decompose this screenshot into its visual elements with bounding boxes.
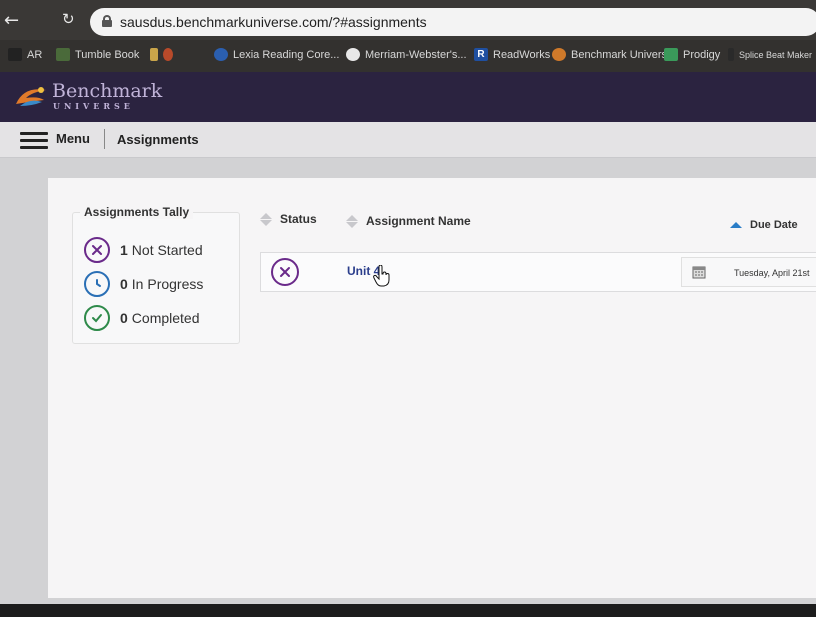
bookmarks-bar: AR Tumble Book Lexia Reading Core... Mer…: [0, 40, 816, 72]
lexia-icon: [214, 48, 228, 61]
logo-subtext: UNIVERSE: [53, 101, 134, 111]
browser-window: ← ↻ sausdus.benchmarkuniverse.com/?#assi…: [0, 0, 816, 617]
tally-title: Assignments Tally: [80, 205, 194, 219]
status-column-header[interactable]: Status: [260, 212, 317, 226]
bookmark-lexia[interactable]: Lexia Reading Core...: [214, 48, 339, 61]
table-row[interactable]: Unit 4 Tuesday, April 21st: [260, 252, 816, 292]
merriam-webster-icon: [346, 48, 360, 61]
bookmark-prodigy[interactable]: Prodigy: [664, 48, 720, 61]
prodigy-icon: [664, 48, 678, 61]
tally-in-progress-text: 0 In Progress: [120, 276, 204, 292]
tally-not-started-text: 1 Not Started: [120, 242, 203, 258]
in-progress-icon: [84, 271, 110, 297]
back-icon[interactable]: ←: [4, 10, 19, 31]
logo-text[interactable]: Benchmark: [52, 80, 162, 102]
tally-not-started[interactable]: 1 Not Started: [84, 237, 203, 263]
calendar-icon[interactable]: [692, 265, 706, 279]
menu-bar: Menu Assignments: [0, 122, 816, 158]
sort-asc-icon: [730, 222, 742, 228]
hand-cursor-icon: [373, 265, 390, 287]
page-title: Assignments: [117, 132, 199, 147]
menu-divider: [104, 129, 105, 149]
screen-bezel: [0, 604, 816, 617]
tumblebook-icon: [56, 48, 70, 61]
bookmark-tumble-book[interactable]: Tumble Book: [56, 48, 139, 61]
url-text: sausdus.benchmarkuniverse.com/?#assignme…: [120, 14, 427, 30]
tally-completed-text: 0 Completed: [120, 310, 200, 326]
address-bar[interactable]: sausdus.benchmarkuniverse.com/?#assignme…: [90, 8, 816, 36]
pencil-icon: [150, 48, 158, 61]
due-date-cell: Tuesday, April 21st: [681, 257, 816, 287]
ship-wheel-icon: [163, 48, 173, 61]
tally-completed[interactable]: 0 Completed: [84, 305, 200, 331]
due-date-text: Tuesday, April 21st: [734, 268, 810, 278]
lock-icon: [102, 15, 112, 27]
sort-icon: [346, 214, 358, 228]
menu-button[interactable]: Menu: [56, 131, 90, 146]
tally-in-progress[interactable]: 0 In Progress: [84, 271, 203, 297]
bookmark-readworks[interactable]: R ReadWorks: [474, 48, 550, 61]
due-date-column-header[interactable]: Due Date: [730, 219, 798, 231]
benchmark-logo-icon[interactable]: [14, 84, 48, 110]
bookmark-merriam-webster[interactable]: Merriam-Webster's...: [346, 48, 467, 61]
not-started-icon: [271, 258, 299, 286]
splice-icon: [728, 48, 734, 61]
ar-icon: [8, 48, 22, 61]
benchmark-icon: [552, 48, 566, 61]
bookmark-small-icons[interactable]: [150, 48, 173, 61]
reload-icon[interactable]: ↻: [62, 10, 75, 28]
bookmark-splice[interactable]: Splice Beat Maker: [728, 48, 812, 61]
assignment-name-column-header[interactable]: Assignment Name: [346, 214, 471, 228]
hamburger-menu-icon[interactable]: [20, 132, 48, 150]
readworks-icon: R: [474, 48, 488, 61]
not-started-icon: [84, 237, 110, 263]
bookmark-ar[interactable]: AR: [8, 48, 42, 61]
completed-icon: [84, 305, 110, 331]
bookmark-benchmark-universe[interactable]: Benchmark Universe: [552, 48, 673, 61]
sort-icon: [260, 212, 272, 226]
